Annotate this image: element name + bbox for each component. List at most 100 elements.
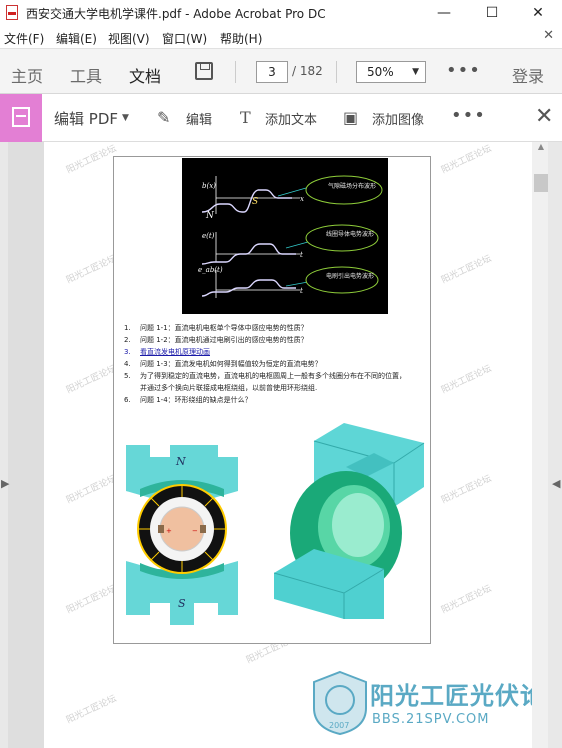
zoom-select[interactable]: 50% ▼ — [356, 61, 426, 83]
save-icon[interactable] — [195, 62, 213, 80]
question-item: 1. 问题 1-1：直流电机电枢单个导体中感应电势的性质？ — [124, 323, 430, 335]
n-pole-label: N — [205, 211, 215, 221]
bx-label: b(x) — [202, 182, 216, 190]
t-axis-label: t — [300, 251, 303, 259]
south-pole-label: S — [178, 597, 186, 610]
main-toolbar: 主页 工具 文档 3 / 182 50% ▼ ••• 登录 — [0, 48, 562, 100]
chevron-down-icon[interactable]: ▼ — [122, 113, 129, 123]
animation-link[interactable]: 3. 看直流发电机原理动画 — [124, 347, 430, 359]
pdf-page: 阳光工匠论坛 阳光工匠论坛 阳光工匠论坛 阳光工匠论坛 阳光工匠论坛 阳光工匠论… — [44, 142, 562, 748]
waveform-figure: 气隙磁场分布波形 线圈导体电势波形 电刷引出电势波形 b(x) e(t) e_a… — [182, 158, 388, 314]
t-axis-label: t — [300, 287, 303, 295]
pdf-app-icon — [6, 5, 18, 20]
watermark-text: 阳光工匠论坛 — [65, 363, 119, 396]
question-number: 6. — [124, 396, 131, 404]
watermark-url: BBS.21SPV.COM — [372, 712, 490, 727]
question-list: 1. 问题 1-1：直流电机电枢单个导体中感应电势的性质？ 2. 问题 1-2：直流电… — [124, 323, 430, 407]
watermark-text: 阳光工匠论坛 — [440, 363, 494, 396]
question-text: 为了得到稳定的直流电势，直流电机的电枢圆周上一般有多个线圈分布在不同的位置， — [140, 372, 406, 380]
edit-pdf-toolbar: 编辑 PDF ▼ ✎ 编辑 T 添加文本 ▣ 添加图像 ••• ✕ — [0, 94, 562, 142]
watermark-text: 阳光工匠论坛 — [440, 143, 494, 176]
watermark-text: 阳光工匠论坛 — [65, 583, 119, 616]
question-text: 问题 1-4：环形绕组的缺点是什么？ — [140, 396, 252, 404]
vertical-scrollbar[interactable]: ▲ — [532, 142, 548, 748]
question-number: 5. — [124, 372, 131, 380]
watermark-year: 2007 — [329, 721, 349, 730]
menu-window[interactable]: 窗口(W) — [162, 30, 207, 47]
toolbar-divider — [235, 61, 236, 83]
menu-help[interactable]: 帮助(H) — [220, 30, 262, 47]
question-item: 6. 问题 1-4：环形绕组的缺点是什么？ — [124, 395, 430, 407]
svg-text:+: + — [166, 527, 172, 535]
left-panel-toggle[interactable] — [0, 142, 8, 748]
menu-edit[interactable]: 编辑(E) — [56, 30, 97, 47]
s-pole-label: S — [252, 197, 258, 207]
bubble1-label: 气隙磁场分布波形 — [328, 182, 376, 190]
eab-label: e_ab(t) — [198, 266, 223, 274]
question-item: 5. 为了得到稳定的直流电势，直流电机的电枢圆周上一般有多个线圈分布在不同的位置， — [124, 371, 430, 383]
watermark-text: 阳光工匠论坛 — [440, 473, 494, 506]
more-tools-icon[interactable]: ••• — [446, 60, 481, 81]
question-text: 看直流发电机原理动画 — [140, 348, 210, 356]
expand-left-panel-icon[interactable]: ▶ — [1, 477, 9, 490]
page-number-input[interactable]: 3 — [256, 61, 288, 83]
watermark-text: 阳光工匠论坛 — [65, 253, 119, 286]
bubble3-label: 电刷引出电势波形 — [326, 272, 374, 280]
question-text: 问题 1-2：直流电机通过电刷引出的感应电势的性质？ — [140, 336, 308, 344]
tab-home[interactable]: 主页 — [11, 63, 43, 87]
watermark-text: 阳光工匠论坛 — [440, 583, 494, 616]
edit-pdf-label[interactable]: 编辑 PDF — [54, 108, 118, 129]
page-total: / 182 — [292, 64, 323, 78]
close-document-icon[interactable]: ✕ — [543, 28, 554, 43]
edit-button[interactable]: 编辑 — [186, 109, 212, 128]
question-text: 并通过多个换向片联接成电枢绕组，以前曾使用环形绕组. — [140, 384, 318, 392]
question-number: 3. — [124, 348, 131, 356]
title-bar: 西安交通大学电机学课件.pdf - Adobe Acrobat Pro DC —… — [0, 0, 562, 26]
watermark-text: 阳光工匠论坛 — [65, 693, 119, 726]
question-text: 问题 1-3：直流发电机如何得到幅值较为恒定的直流电势？ — [140, 360, 322, 368]
north-pole-label: N — [175, 455, 186, 468]
watermark-text: 阳光工匠论坛 — [65, 143, 119, 176]
close-window-button[interactable]: ✕ — [518, 2, 558, 24]
image-icon[interactable]: ▣ — [343, 108, 358, 127]
shield-logo-icon: 2007 — [313, 670, 367, 736]
minimize-button[interactable]: — — [424, 2, 464, 24]
tab-document[interactable]: 文档 — [129, 63, 162, 100]
scrollbar-thumb[interactable] — [534, 174, 548, 192]
question-number: 2. — [124, 336, 131, 344]
menu-bar: 文件(F) 编辑(E) 视图(V) 窗口(W) 帮助(H) ✕ — [0, 26, 562, 48]
maximize-button[interactable]: ☐ — [472, 2, 512, 24]
scroll-up-icon[interactable]: ▲ — [534, 142, 548, 152]
question-number: 1. — [124, 324, 131, 332]
site-watermark: 2007 阳光工匠光伏论坛 BBS.21SPV.COM — [312, 670, 562, 746]
question-item: 4. 问题 1-3：直流发电机如何得到幅值较为恒定的直流电势？ — [124, 359, 430, 371]
zoom-value: 50% — [367, 65, 394, 79]
window-title: 西安交通大学电机学课件.pdf - Adobe Acrobat Pro DC — [26, 7, 326, 21]
more-edit-tools-icon[interactable]: ••• — [451, 105, 486, 126]
lecture-slide: 气隙磁场分布波形 线圈导体电势波形 电刷引出电势波形 b(x) e(t) e_a… — [113, 156, 431, 644]
edit-pencil-icon[interactable]: ✎ — [157, 108, 170, 127]
et-label: e(t) — [202, 232, 215, 240]
watermark-text: 阳光工匠论坛 — [65, 473, 119, 506]
menu-view[interactable]: 视图(V) — [108, 30, 150, 47]
add-image-button[interactable]: 添加图像 — [372, 109, 424, 128]
question-item: 2. 问题 1-2：直流电机通过电刷引出的感应电势的性质？ — [124, 335, 430, 347]
document-viewer[interactable]: ▶ 阳光工匠论坛 阳光工匠论坛 阳光工匠论坛 阳光工匠论坛 阳光工匠论坛 阳光工… — [0, 142, 562, 748]
svg-text:−: − — [192, 527, 198, 535]
add-text-button[interactable]: 添加文本 — [265, 109, 317, 128]
question-text: 问题 1-1：直流电机电枢单个导体中感应电势的性质？ — [140, 324, 308, 332]
watermark-text: 阳光工匠论坛 — [440, 253, 494, 286]
dc-machine-cross-section: + − N S — [126, 445, 238, 625]
toolbar-divider — [336, 61, 337, 83]
close-edit-toolbar-icon[interactable]: ✕ — [535, 104, 553, 129]
waveform-svg: 气隙磁场分布波形 线圈导体电势波形 电刷引出电势波形 b(x) e(t) e_a… — [198, 175, 383, 298]
tab-tools[interactable]: 工具 — [70, 63, 102, 87]
edit-pdf-tool-icon[interactable] — [0, 94, 42, 142]
chevron-down-icon: ▼ — [412, 67, 419, 77]
menu-file[interactable]: 文件(F) — [4, 30, 44, 47]
right-panel-toggle[interactable] — [548, 142, 562, 748]
ring-winding-3d — [274, 423, 425, 619]
expand-right-panel-icon[interactable]: ◀ — [552, 477, 560, 490]
login-button[interactable]: 登录 — [512, 63, 544, 87]
text-icon[interactable]: T — [240, 108, 251, 127]
